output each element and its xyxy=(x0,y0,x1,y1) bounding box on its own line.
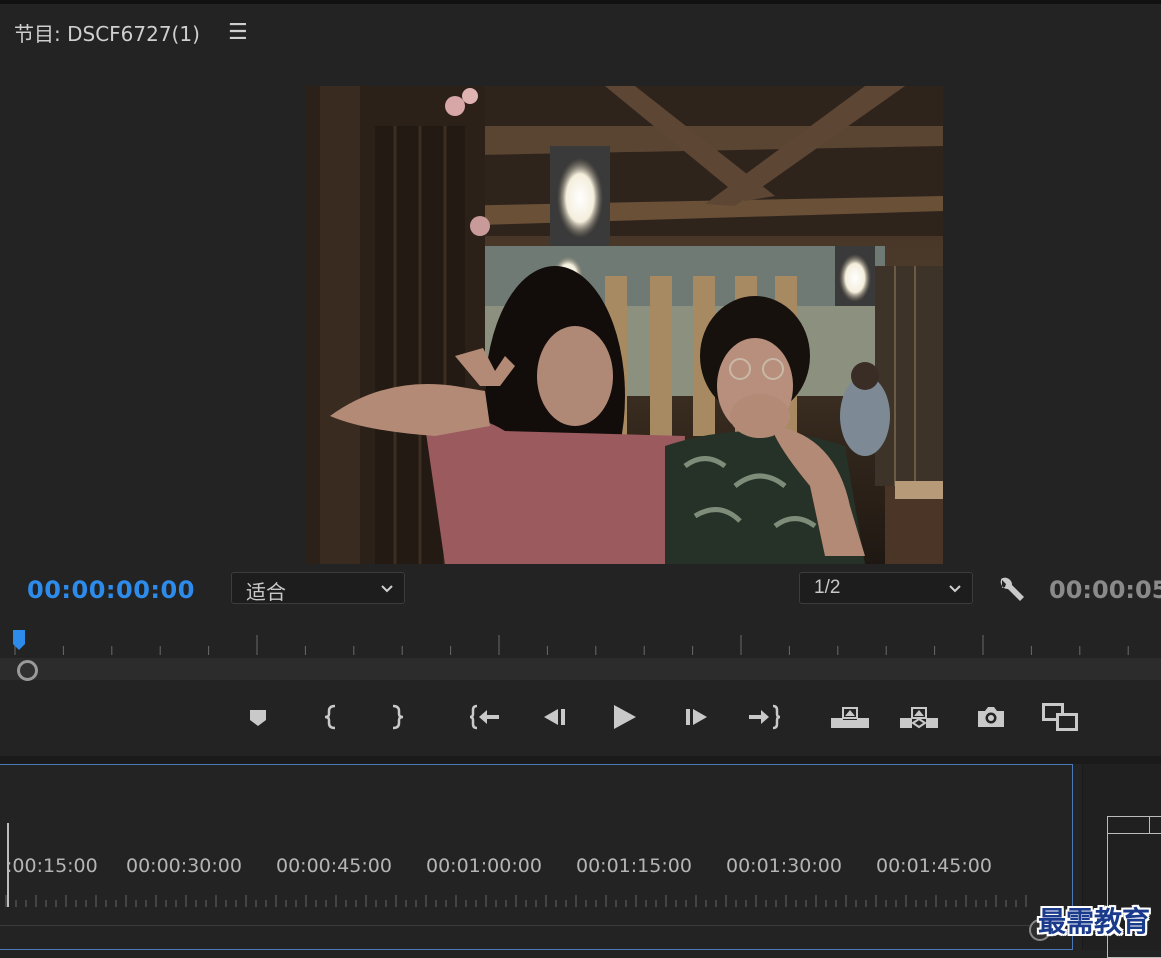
playback-resolution-dropdown[interactable]: 1/2 xyxy=(799,572,973,604)
chevron-down-icon xyxy=(381,585,393,593)
mark-out-icon xyxy=(392,704,404,730)
extract-icon xyxy=(900,707,938,729)
panel-divider xyxy=(0,756,1161,764)
wrench-icon[interactable] xyxy=(996,574,1026,604)
lift-button[interactable] xyxy=(830,695,870,739)
mark-in-button[interactable] xyxy=(312,695,352,739)
video-frame xyxy=(305,86,943,564)
side-panel-header xyxy=(1107,816,1161,834)
timeline-panel[interactable]: :00:15:00 00:00:30:00 00:00:45:00 00:01:… xyxy=(0,764,1073,950)
play-button[interactable] xyxy=(604,695,644,739)
fit-zoom-value: 适合 xyxy=(246,582,286,604)
time-label: 00:01:00:00 xyxy=(426,855,542,877)
add-marker-button[interactable] xyxy=(238,695,278,739)
zoom-scrollbar[interactable] xyxy=(0,658,1161,680)
time-label: 00:00:45:00 xyxy=(276,855,392,877)
playback-resolution-value: 1/2 xyxy=(814,577,841,598)
camera-icon xyxy=(978,707,1004,727)
zoom-scrollbar-handle[interactable] xyxy=(17,660,38,681)
mark-out-button[interactable] xyxy=(376,695,416,739)
watermark-logo: 最需教育 xyxy=(1038,905,1151,938)
timeline-track-line xyxy=(0,925,1072,926)
extract-button[interactable] xyxy=(899,695,939,739)
step-forward-button[interactable] xyxy=(676,695,716,739)
step-back-button[interactable] xyxy=(535,695,575,739)
current-timecode[interactable]: 00:00:00:00 xyxy=(27,576,195,604)
frame-image xyxy=(305,86,943,564)
timeline-ticks xyxy=(5,895,1027,907)
time-label: 00:01:45:00 xyxy=(876,855,992,877)
time-label: :00:15:00 xyxy=(6,855,98,877)
marker-icon xyxy=(250,710,266,726)
transport-controls xyxy=(0,695,1161,741)
lift-icon xyxy=(831,707,869,728)
play-icon xyxy=(614,705,636,729)
comparison-view-button[interactable] xyxy=(1040,695,1080,739)
top-edge xyxy=(0,0,1161,4)
go-to-in-button[interactable] xyxy=(466,695,506,739)
time-label: 00:00:30:00 xyxy=(126,855,242,877)
mark-in-icon xyxy=(324,704,336,730)
chevron-down-icon xyxy=(949,585,961,593)
time-label: 00:01:30:00 xyxy=(726,855,842,877)
export-frame-button[interactable] xyxy=(971,695,1011,739)
panel-menu-icon[interactable]: ☰ xyxy=(228,19,248,45)
step-back-icon xyxy=(544,709,565,725)
step-forward-icon xyxy=(686,709,707,725)
go-to-out-icon xyxy=(749,704,781,730)
time-label: 00:01:15:00 xyxy=(576,855,692,877)
duration-timecode: 00:00:05 xyxy=(1049,576,1161,604)
comparison-view-icon xyxy=(1042,703,1078,731)
fit-zoom-dropdown[interactable]: 适合 xyxy=(231,572,405,604)
go-to-in-icon xyxy=(469,704,499,730)
time-ruler[interactable] xyxy=(0,625,1161,659)
side-panel-header-divider xyxy=(1149,816,1150,833)
go-to-out-button[interactable] xyxy=(744,695,784,739)
program-monitor-title[interactable]: 节目: DSCF6727(1) xyxy=(14,18,200,47)
